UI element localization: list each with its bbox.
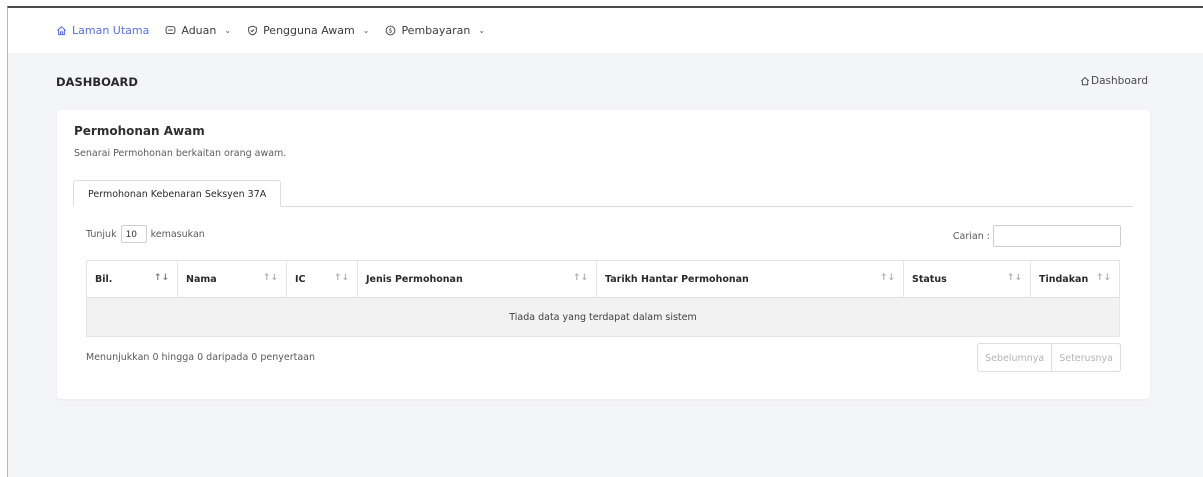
column-label: Jenis Permohonan <box>366 273 463 285</box>
next-page-button[interactable]: Seterusnya <box>1052 343 1121 372</box>
nav-label: Pembayaran <box>401 24 471 37</box>
message-icon <box>166 26 176 34</box>
column-header-tarikh-hantar[interactable]: Tarikh Hantar Permohonan ↑↓ <box>596 260 904 298</box>
top-navbar: Laman Utama Aduan ⌄ Pengguna Awam ⌄ $ Pe… <box>8 8 1203 53</box>
column-label: Nama <box>186 273 217 285</box>
table-info: Menunjukkan 0 hingga 0 daripada 0 penyer… <box>86 352 316 363</box>
sort-icon: ↑↓ <box>879 273 895 283</box>
length-prefix: Tunjuk <box>86 228 117 240</box>
sort-icon: ↑↓ <box>333 273 349 283</box>
page-title: DASHBOARD <box>56 75 138 89</box>
search-control: Carian : <box>953 225 1121 247</box>
nav-item-pembayaran[interactable]: $ Pembayaran ⌄ <box>385 24 485 37</box>
sort-icon: ↑↓ <box>1006 273 1022 283</box>
table-row: Tiada data yang terdapat dalam sistem <box>86 297 1120 337</box>
home-icon <box>57 25 66 36</box>
previous-page-button[interactable]: Sebelumnya <box>977 343 1053 372</box>
coin-icon: $ <box>386 25 396 36</box>
svg-text:$: $ <box>389 28 393 35</box>
app-frame: Laman Utama Aduan ⌄ Pengguna Awam ⌄ $ Pe… <box>7 6 1203 477</box>
empty-table-message: Tiada data yang terdapat dalam sistem <box>86 297 1120 337</box>
nav-label: Aduan <box>181 24 217 37</box>
applications-table: Bil. ↑↓ Nama ↑↓ IC ↑↓ Jenis Permohonan ↑… <box>86 260 1120 337</box>
column-label: IC <box>295 273 306 285</box>
applications-card: Permohonan Awam Senarai Permohonan berka… <box>57 110 1150 399</box>
column-header-ic[interactable]: IC ↑↓ <box>286 260 358 298</box>
page-length-control: Tunjuk 10 kemasukan <box>86 225 205 243</box>
column-header-nama[interactable]: Nama ↑↓ <box>177 260 287 298</box>
pagination: Sebelumnya Seterusnya <box>977 343 1121 372</box>
sort-icon: ↑↓ <box>572 273 588 283</box>
column-header-status[interactable]: Status ↑↓ <box>903 260 1031 298</box>
chevron-down-icon: ⌄ <box>362 26 370 35</box>
shield-icon <box>248 25 257 36</box>
card-subtitle: Senarai Permohonan berkaitan orang awam. <box>74 148 287 159</box>
card-title: Permohonan Awam <box>74 124 205 138</box>
home-icon <box>1080 76 1090 86</box>
sort-icon: ↑↓ <box>1095 273 1111 283</box>
breadcrumb[interactable]: Dashboard <box>1080 75 1148 87</box>
sort-icon: ↑↓ <box>153 273 169 283</box>
breadcrumb-label: Dashboard <box>1091 75 1148 87</box>
column-header-tindakan[interactable]: Tindakan ↑↓ <box>1030 260 1120 298</box>
sort-icon: ↑↓ <box>262 273 278 283</box>
nav-item-laman-utama[interactable]: Laman Utama <box>56 24 149 37</box>
column-label: Tindakan <box>1039 273 1089 285</box>
length-suffix: kemasukan <box>150 228 205 240</box>
column-label: Status <box>912 273 947 285</box>
search-input[interactable] <box>993 225 1121 247</box>
chevron-down-icon: ⌄ <box>224 26 232 35</box>
tab-permohonan-kebenaran[interactable]: Permohonan Kebenaran Seksyen 37A <box>73 180 282 207</box>
column-header-jenis-permohonan[interactable]: Jenis Permohonan ↑↓ <box>357 260 597 298</box>
nav-item-pengguna-awam[interactable]: Pengguna Awam ⌄ <box>247 24 369 37</box>
table-header-row: Bil. ↑↓ Nama ↑↓ IC ↑↓ Jenis Permohonan ↑… <box>86 260 1120 298</box>
column-label: Bil. <box>95 273 113 285</box>
nav-item-aduan[interactable]: Aduan ⌄ <box>165 24 231 37</box>
page-length-select[interactable]: 10 <box>120 225 147 243</box>
column-header-bil[interactable]: Bil. ↑↓ <box>86 260 178 298</box>
chevron-down-icon: ⌄ <box>478 26 486 35</box>
nav-label: Laman Utama <box>72 24 150 37</box>
search-label: Carian : <box>952 230 990 242</box>
nav-label: Pengguna Awam <box>263 24 355 37</box>
column-label: Tarikh Hantar Permohonan <box>605 273 749 285</box>
